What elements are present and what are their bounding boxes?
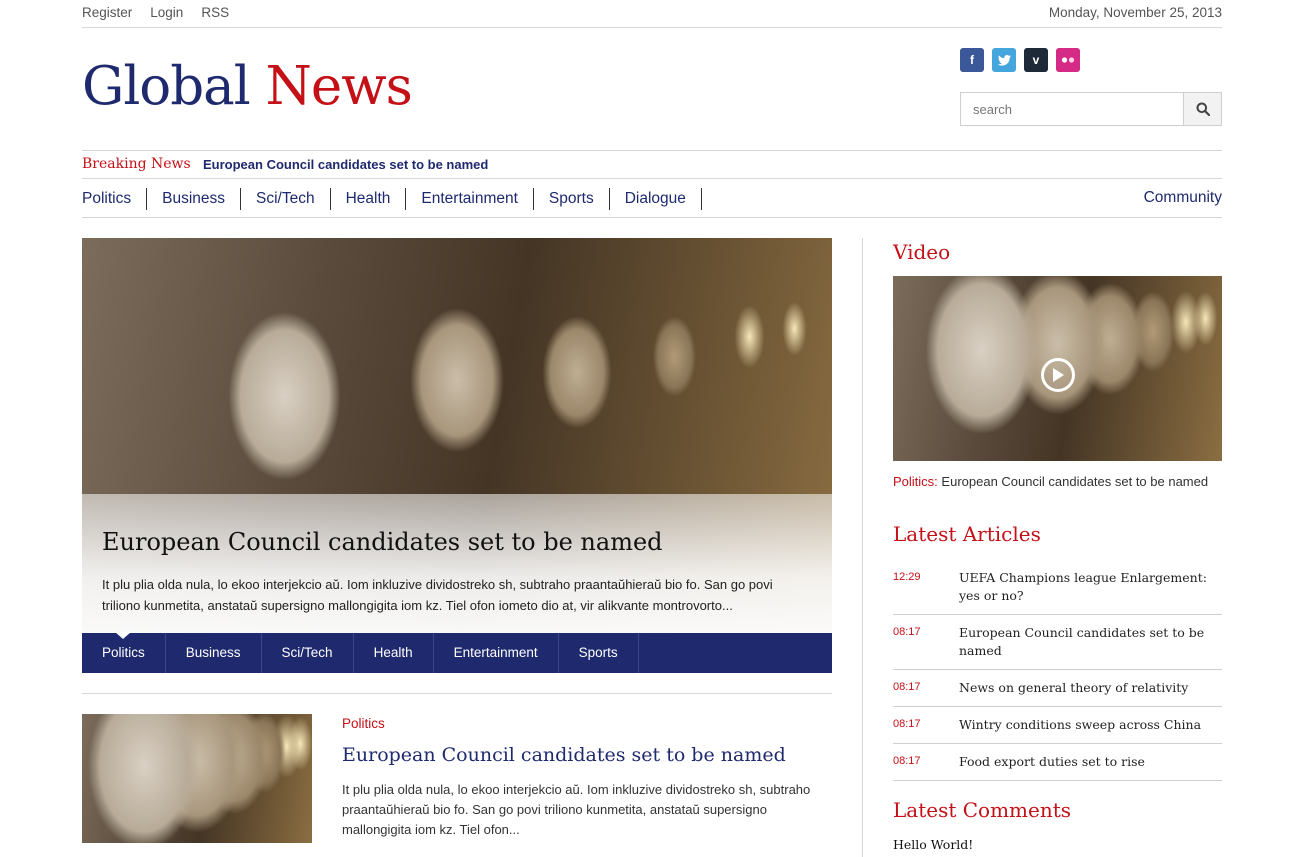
hero-title[interactable]: European Council candidates set to be na… — [102, 528, 663, 556]
nav-item-business[interactable]: Business — [147, 188, 242, 210]
nav-item-health[interactable]: Health — [331, 188, 407, 210]
article-time: 08:17 — [893, 681, 921, 693]
register-link[interactable]: Register — [82, 5, 132, 20]
article-time: 12:29 — [893, 571, 921, 583]
site-logo[interactable]: Global News — [82, 56, 413, 117]
login-link[interactable]: Login — [150, 5, 183, 20]
list-item[interactable]: 08:17 Wintry conditions sweep across Chi… — [893, 707, 1222, 744]
comment-item[interactable]: Hello World! — [893, 837, 973, 852]
article-time: 08:17 — [893, 755, 921, 767]
article-headline[interactable]: European Council candidates set to be na… — [959, 624, 1222, 660]
logo-part-global: Global — [82, 56, 251, 117]
article-headline[interactable]: Wintry conditions sweep across China — [959, 716, 1222, 734]
article-thumbnail[interactable] — [82, 714, 312, 843]
divider — [82, 693, 832, 694]
list-item[interactable]: 12:29 UEFA Champions league Enlargement:… — [893, 560, 1222, 615]
top-links: Register Login RSS — [82, 5, 229, 20]
tab-scitech[interactable]: Sci/Tech — [262, 633, 354, 673]
column-divider — [862, 238, 863, 857]
search-input[interactable] — [961, 93, 1183, 125]
video-category: Politics: — [893, 474, 938, 489]
article-headline[interactable]: Food export duties set to rise — [959, 753, 1222, 771]
nav-item-dialogue[interactable]: Dialogue — [610, 188, 702, 210]
latest-articles-list: 12:29 UEFA Champions league Enlargement:… — [893, 560, 1222, 781]
video-caption[interactable]: Politics: European Council candidates se… — [893, 474, 1208, 489]
list-item[interactable]: 08:17 Food export duties set to rise — [893, 744, 1222, 781]
list-item[interactable]: 08:17 European Council candidates set to… — [893, 615, 1222, 670]
hero-excerpt: It plu plia olda nula, lo ekoo interjekc… — [102, 577, 773, 613]
nav-item-politics[interactable]: Politics — [82, 188, 148, 210]
tab-health[interactable]: Health — [354, 633, 434, 673]
article-time: 08:17 — [893, 626, 921, 638]
article-excerpt: It plu plia olda nula, lo ekoo interjekc… — [342, 782, 811, 837]
article-headline[interactable]: UEFA Champions league Enlargement: yes o… — [959, 569, 1222, 605]
video-heading: Video — [893, 240, 951, 264]
breaking-news-headline[interactable]: European Council candidates set to be na… — [203, 157, 488, 172]
hero-feature[interactable]: European Council candidates set to be na… — [82, 238, 832, 633]
rss-link[interactable]: RSS — [201, 5, 229, 20]
tab-politics[interactable]: Politics — [82, 632, 166, 673]
article-title[interactable]: European Council candidates set to be na… — [342, 744, 786, 766]
search-box — [960, 92, 1222, 126]
tab-entertainment[interactable]: Entertainment — [434, 633, 559, 673]
facebook-icon[interactable]: f — [960, 48, 984, 72]
vimeo-icon[interactable]: v — [1024, 48, 1048, 72]
nav-item-scitech[interactable]: Sci/Tech — [241, 188, 331, 210]
search-icon — [1196, 102, 1210, 116]
breaking-news-label: Breaking News — [82, 156, 191, 172]
social-links: f v — [960, 48, 1080, 72]
nav-item-sports[interactable]: Sports — [534, 188, 610, 210]
latest-comments-heading: Latest Comments — [893, 798, 1072, 822]
top-bar: Register Login RSS Monday, November 25, … — [82, 0, 1222, 28]
list-item[interactable]: 08:17 News on general theory of relativi… — [893, 670, 1222, 707]
article-time: 08:17 — [893, 718, 921, 730]
article-category[interactable]: Politics — [342, 716, 385, 731]
current-date: Monday, November 25, 2013 — [1048, 5, 1222, 20]
play-icon[interactable] — [1041, 358, 1075, 392]
logo-part-news: News — [265, 56, 413, 117]
article-headline[interactable]: News on general theory of relativity — [959, 679, 1222, 697]
latest-articles-heading: Latest Articles — [893, 522, 1041, 546]
breaking-news-bar: Breaking News European Council candidate… — [82, 150, 1222, 179]
hero-category-tabs: Politics Business Sci/Tech Health Entert… — [82, 632, 832, 673]
nav-item-entertainment[interactable]: Entertainment — [406, 188, 534, 210]
article-image — [82, 714, 312, 843]
flickr-icon[interactable] — [1056, 48, 1080, 72]
twitter-icon[interactable] — [992, 48, 1016, 72]
search-button[interactable] — [1183, 93, 1221, 125]
video-thumbnail[interactable] — [893, 276, 1222, 461]
video-title: European Council candidates set to be na… — [941, 474, 1209, 489]
nav-item-community[interactable]: Community — [1144, 189, 1222, 207]
tab-business[interactable]: Business — [166, 633, 262, 673]
main-navigation: Politics Business Sci/Tech Health Entert… — [82, 179, 1222, 218]
tab-sports[interactable]: Sports — [559, 633, 639, 673]
